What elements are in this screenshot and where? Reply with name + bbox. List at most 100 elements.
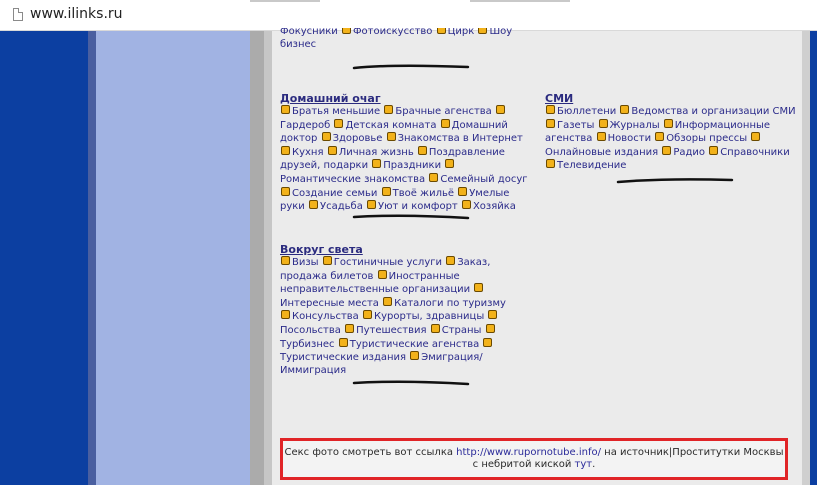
category-link[interactable]: Туристические издания (280, 352, 406, 363)
category-link[interactable]: Братья меньшие (292, 106, 380, 117)
category-link[interactable]: Путешествия (356, 325, 426, 336)
bullet-icon (546, 105, 555, 114)
ad-link-here[interactable]: тут (575, 459, 593, 470)
bullet-icon (478, 28, 488, 34)
category-link[interactable]: Журналы (610, 120, 660, 131)
category-link[interactable]: Личная жизнь (339, 147, 414, 158)
grey-divider (250, 31, 264, 485)
divider-squiggle (616, 178, 734, 184)
bullet-icon (281, 310, 290, 320)
bullet-icon (345, 323, 355, 333)
category-title-travel[interactable]: Вокруг света (280, 243, 520, 256)
bullet-icon (281, 256, 290, 265)
category-link[interactable]: Посольства (280, 325, 341, 336)
category-link[interactable]: Каталоги по туризму (394, 298, 506, 309)
bullet-icon (485, 323, 495, 333)
divider-squiggle (352, 214, 470, 220)
bullet-icon (445, 159, 455, 169)
category-link[interactable]: Хозяйка (473, 201, 516, 212)
category-link[interactable]: Детская комната (345, 120, 436, 131)
ad-text: . (592, 459, 596, 470)
link-tsirk[interactable]: Цирк (448, 28, 475, 37)
right-divider (802, 31, 810, 485)
ad-box: Секс фото смотреть вот ссылка http://www… (280, 438, 788, 480)
category-link[interactable]: Уют и комфорт (378, 201, 458, 212)
left-light-column (96, 31, 250, 485)
category-items: Визы Гостиничные услуги Заказ, продажа б… (280, 256, 520, 377)
category-link[interactable]: Обзоры прессы (666, 133, 747, 144)
right-dark-column (810, 31, 817, 485)
category-smi: СМИ Бюллетени Ведомства и организации СМ… (545, 92, 799, 173)
bullet-icon (430, 323, 440, 333)
bullet-icon (663, 118, 673, 128)
category-link[interactable]: Турбизнес (280, 339, 335, 350)
url-text[interactable]: www.ilinks.ru (30, 6, 123, 22)
category-items: Братья меньшие Брачные агенства Гардероб… (280, 105, 536, 214)
link-fokusniki[interactable]: Фокусники (280, 28, 338, 37)
bullet-icon (281, 105, 290, 114)
category-link[interactable]: Романтические знакомства (280, 174, 425, 185)
address-bar[interactable]: www.ilinks.ru (0, 0, 817, 31)
bullet-icon (367, 200, 377, 210)
category-link[interactable]: Создание семьи (292, 188, 377, 199)
bullet-icon (281, 186, 290, 196)
category-link[interactable]: Ведомства и организации СМИ (631, 106, 795, 117)
category-title-smi[interactable]: СМИ (545, 92, 799, 105)
category-link[interactable]: Интересные места (280, 298, 379, 309)
category-title-home[interactable]: Домашний очаг (280, 92, 536, 105)
category-link[interactable]: Визы (292, 257, 319, 268)
category-home: Домашний очаг Братья меньшие Брачные аге… (280, 92, 536, 214)
bullet-icon (338, 337, 348, 347)
category-link[interactable]: Радио (673, 147, 705, 158)
bullet-icon (546, 118, 555, 128)
left-divider (88, 31, 96, 485)
ad-link-url[interactable]: http://www.rupornotube.info/ (456, 447, 601, 458)
bullet-icon (709, 145, 719, 155)
left-dark-column (0, 31, 88, 485)
bullet-icon (429, 172, 439, 182)
bullet-icon (446, 256, 456, 265)
bullet-icon (461, 200, 471, 210)
divider-squiggle (352, 380, 470, 386)
bullet-icon (662, 145, 672, 155)
category-link[interactable]: Брачные агенства (395, 106, 491, 117)
bullet-icon (483, 337, 493, 347)
category-link[interactable]: Знакомства в Интернет (398, 133, 523, 144)
category-link[interactable]: Курорты, здравницы (374, 311, 484, 322)
category-link[interactable]: Гардероб (280, 120, 330, 131)
category-link[interactable]: Телевидение (557, 160, 626, 171)
page-icon (13, 8, 23, 21)
bullet-icon (474, 283, 484, 293)
category-link[interactable]: Здоровье (333, 133, 383, 144)
bullet-icon (436, 28, 446, 34)
category-link[interactable]: Новости (608, 133, 651, 144)
bullet-icon (334, 118, 344, 128)
bullet-icon (322, 256, 332, 265)
category-link[interactable]: Онлайновые издания (545, 147, 658, 158)
bullet-icon (496, 105, 505, 114)
bullet-icon (596, 132, 606, 142)
category-link[interactable]: Гостиничные услуги (334, 257, 442, 268)
category-link[interactable]: Страны (442, 325, 482, 336)
category-link[interactable]: Семейный досуг (440, 174, 527, 185)
category-items: Бюллетени Ведомства и организации СМИ Га… (545, 105, 799, 173)
top-fragment: Фокусники Фотоискусство Цирк Шоу бизнес (280, 28, 520, 54)
bullet-icon (546, 159, 555, 169)
bullet-icon (341, 28, 351, 34)
bullet-icon (309, 200, 318, 210)
category-link[interactable]: Консульства (292, 311, 359, 322)
bullet-icon (488, 310, 498, 320)
link-fotoiskusstvo[interactable]: Фотоискусство (353, 28, 432, 37)
category-link[interactable]: Справочники (720, 147, 790, 158)
bullet-icon (363, 310, 372, 320)
bullet-icon (321, 132, 331, 142)
category-link[interactable]: Бюллетени (557, 106, 616, 117)
category-link[interactable]: Кухня (292, 147, 324, 158)
category-link[interactable]: Праздники (383, 160, 441, 171)
category-link[interactable]: Газеты (557, 120, 594, 131)
bullet-icon (620, 105, 630, 114)
category-link[interactable]: Усадьба (320, 201, 363, 212)
category-link[interactable]: Твоё жильё (393, 188, 454, 199)
category-link[interactable]: Туристические агенства (350, 339, 480, 350)
bullet-icon (751, 132, 761, 142)
